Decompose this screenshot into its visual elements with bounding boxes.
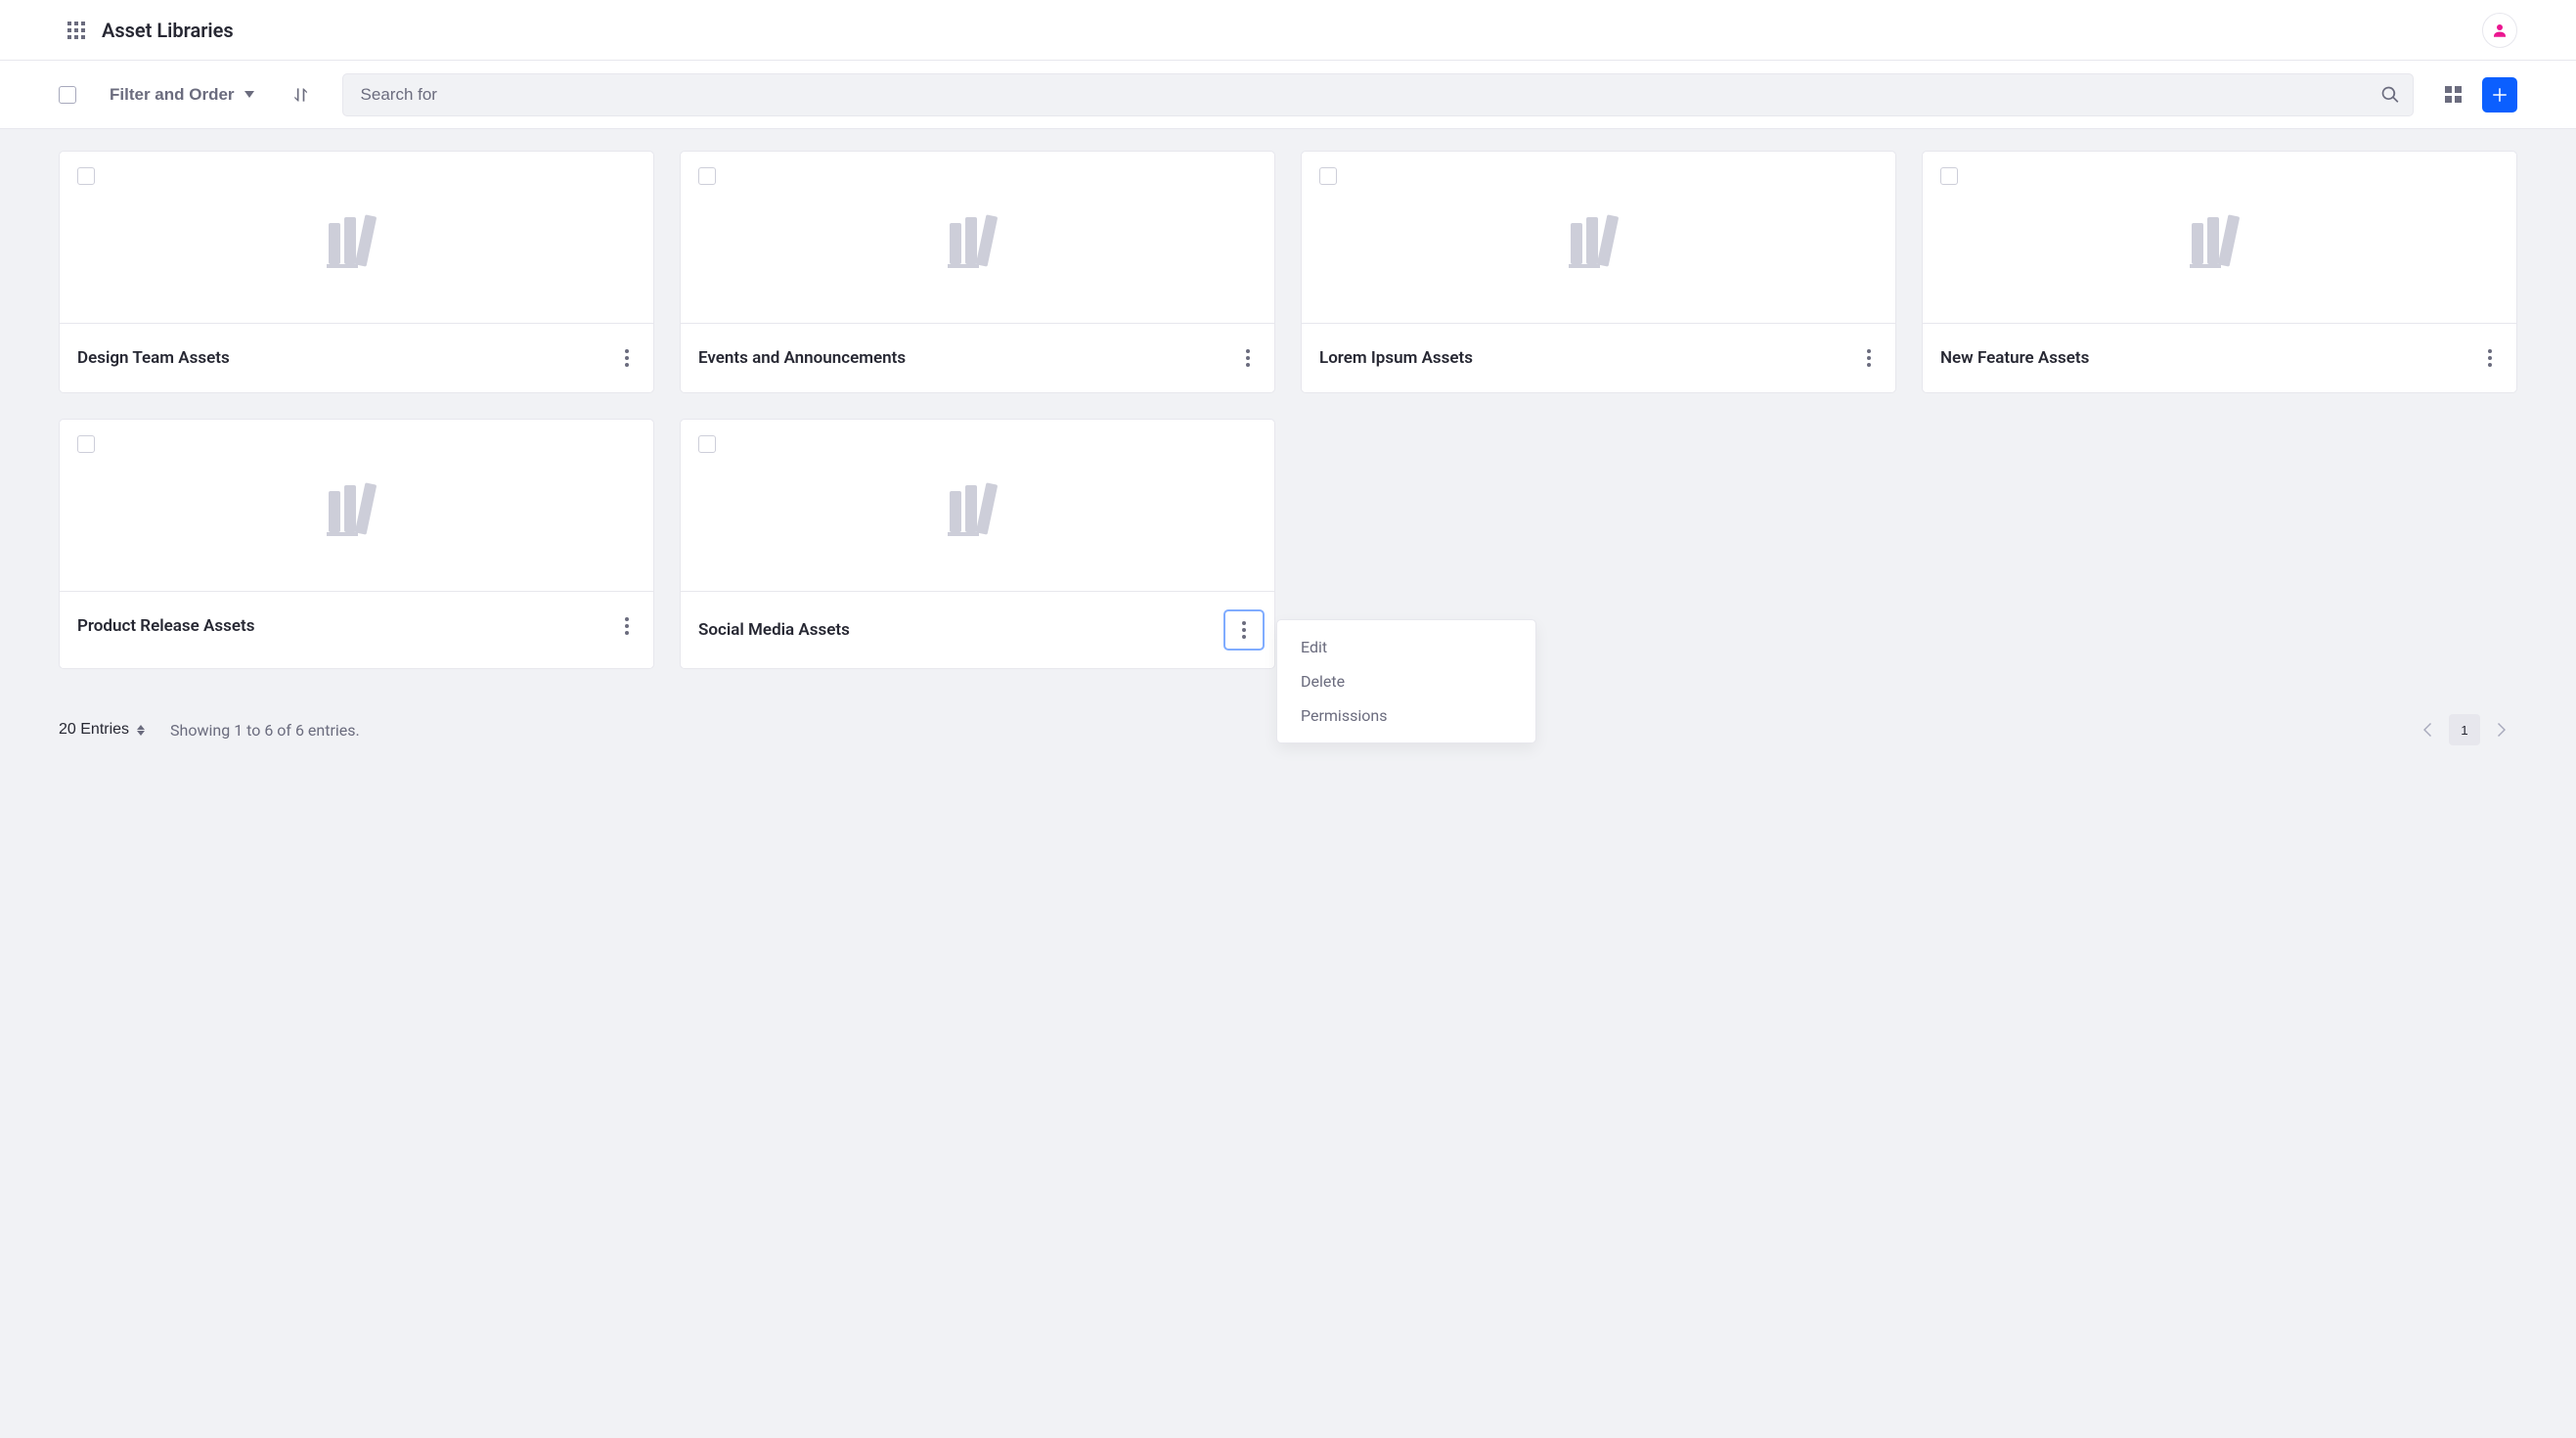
card-title: Design Team Assets xyxy=(77,348,230,368)
grid-icon xyxy=(67,22,85,39)
page-number-button[interactable]: 1 xyxy=(2449,714,2480,745)
card-preview xyxy=(60,420,653,592)
menu-item[interactable]: Delete xyxy=(1277,664,1535,698)
toolbar: Filter and Order xyxy=(0,61,2576,129)
apps-menu-button[interactable] xyxy=(61,15,92,46)
kebab-icon xyxy=(2488,349,2492,367)
card-checkbox[interactable] xyxy=(698,435,716,453)
select-all-checkbox[interactable] xyxy=(59,86,76,104)
card-actions-button[interactable] xyxy=(1231,341,1265,375)
page-title: Asset Libraries xyxy=(102,19,234,42)
card-checkbox[interactable] xyxy=(77,167,95,185)
prev-page-button[interactable] xyxy=(2412,714,2443,745)
kebab-icon xyxy=(625,617,629,635)
card-footer: Social Media Assets xyxy=(681,592,1274,668)
filter-and-order-dropdown[interactable]: Filter and Order xyxy=(90,85,260,105)
books-icon xyxy=(1565,207,1633,268)
card-preview xyxy=(681,152,1274,324)
card-title: New Feature Assets xyxy=(1940,348,2089,368)
card-preview xyxy=(681,420,1274,592)
kebab-icon xyxy=(1867,349,1871,367)
add-button[interactable] xyxy=(2482,77,2517,112)
library-card[interactable]: Events and Announcements xyxy=(680,151,1275,393)
card-actions-menu: EditDeletePermissions xyxy=(1276,619,1536,743)
card-footer: Lorem Ipsum Assets xyxy=(1302,324,1895,392)
entries-per-page-dropdown[interactable]: 20 Entries xyxy=(59,721,145,739)
user-avatar[interactable] xyxy=(2482,13,2517,48)
card-preview xyxy=(1923,152,2516,324)
card-title: Product Release Assets xyxy=(77,616,254,636)
main-content: Design Team Assets Events and Announcemen… xyxy=(0,129,2576,1438)
view-mode-button[interactable] xyxy=(2437,79,2468,111)
caret-down-icon xyxy=(244,91,254,98)
menu-item[interactable]: Edit xyxy=(1277,630,1535,664)
books-icon xyxy=(944,207,1012,268)
chevron-right-icon xyxy=(2497,723,2507,737)
menu-item[interactable]: Permissions xyxy=(1277,698,1535,733)
books-icon xyxy=(323,207,391,268)
card-actions-button[interactable] xyxy=(610,609,644,643)
cards-view-icon xyxy=(2445,86,2462,103)
header-bar: Asset Libraries xyxy=(0,0,2576,61)
card-title: Events and Announcements xyxy=(698,348,906,368)
card-checkbox[interactable] xyxy=(77,435,95,453)
library-card[interactable]: New Feature Assets xyxy=(1922,151,2517,393)
search-icon[interactable] xyxy=(2380,85,2400,105)
search-input[interactable] xyxy=(342,73,2414,116)
card-checkbox[interactable] xyxy=(1940,167,1958,185)
card-title: Social Media Assets xyxy=(698,620,850,640)
cards-grid: Design Team Assets Events and Announcemen… xyxy=(59,151,2517,669)
card-preview xyxy=(60,152,653,324)
select-caret-icon xyxy=(137,725,145,736)
next-page-button[interactable] xyxy=(2486,714,2517,745)
library-card[interactable]: Lorem Ipsum Assets xyxy=(1301,151,1896,393)
card-actions-button[interactable] xyxy=(2473,341,2507,375)
books-icon xyxy=(323,475,391,536)
library-card[interactable]: Social Media AssetsEditDeletePermissions xyxy=(680,419,1275,669)
chevron-left-icon xyxy=(2422,723,2432,737)
card-footer: Events and Announcements xyxy=(681,324,1274,392)
card-checkbox[interactable] xyxy=(698,167,716,185)
plus-icon xyxy=(2491,86,2509,104)
library-card[interactable]: Design Team Assets xyxy=(59,151,654,393)
entries-label: 20 Entries xyxy=(59,721,129,739)
library-card[interactable]: Product Release Assets xyxy=(59,419,654,669)
card-checkbox[interactable] xyxy=(1319,167,1337,185)
books-icon xyxy=(2186,207,2254,268)
sort-toggle-button[interactable] xyxy=(286,79,317,111)
kebab-icon xyxy=(625,349,629,367)
sort-arrows-icon xyxy=(291,85,311,105)
card-title: Lorem Ipsum Assets xyxy=(1319,348,1473,368)
card-footer: New Feature Assets xyxy=(1923,324,2516,392)
pager: 1 xyxy=(2412,714,2517,745)
showing-text: Showing 1 to 6 of 6 entries. xyxy=(170,721,360,740)
card-actions-button[interactable] xyxy=(1223,609,1265,651)
card-footer: Design Team Assets xyxy=(60,324,653,392)
card-actions-button[interactable] xyxy=(610,341,644,375)
card-footer: Product Release Assets xyxy=(60,592,653,660)
current-page: 1 xyxy=(2461,723,2467,738)
user-icon xyxy=(2491,22,2509,39)
books-icon xyxy=(944,475,1012,536)
filter-label: Filter and Order xyxy=(110,85,235,105)
kebab-icon xyxy=(1246,349,1250,367)
card-preview xyxy=(1302,152,1895,324)
kebab-icon xyxy=(1242,621,1246,639)
search-field-wrapper xyxy=(342,73,2414,116)
card-actions-button[interactable] xyxy=(1852,341,1886,375)
